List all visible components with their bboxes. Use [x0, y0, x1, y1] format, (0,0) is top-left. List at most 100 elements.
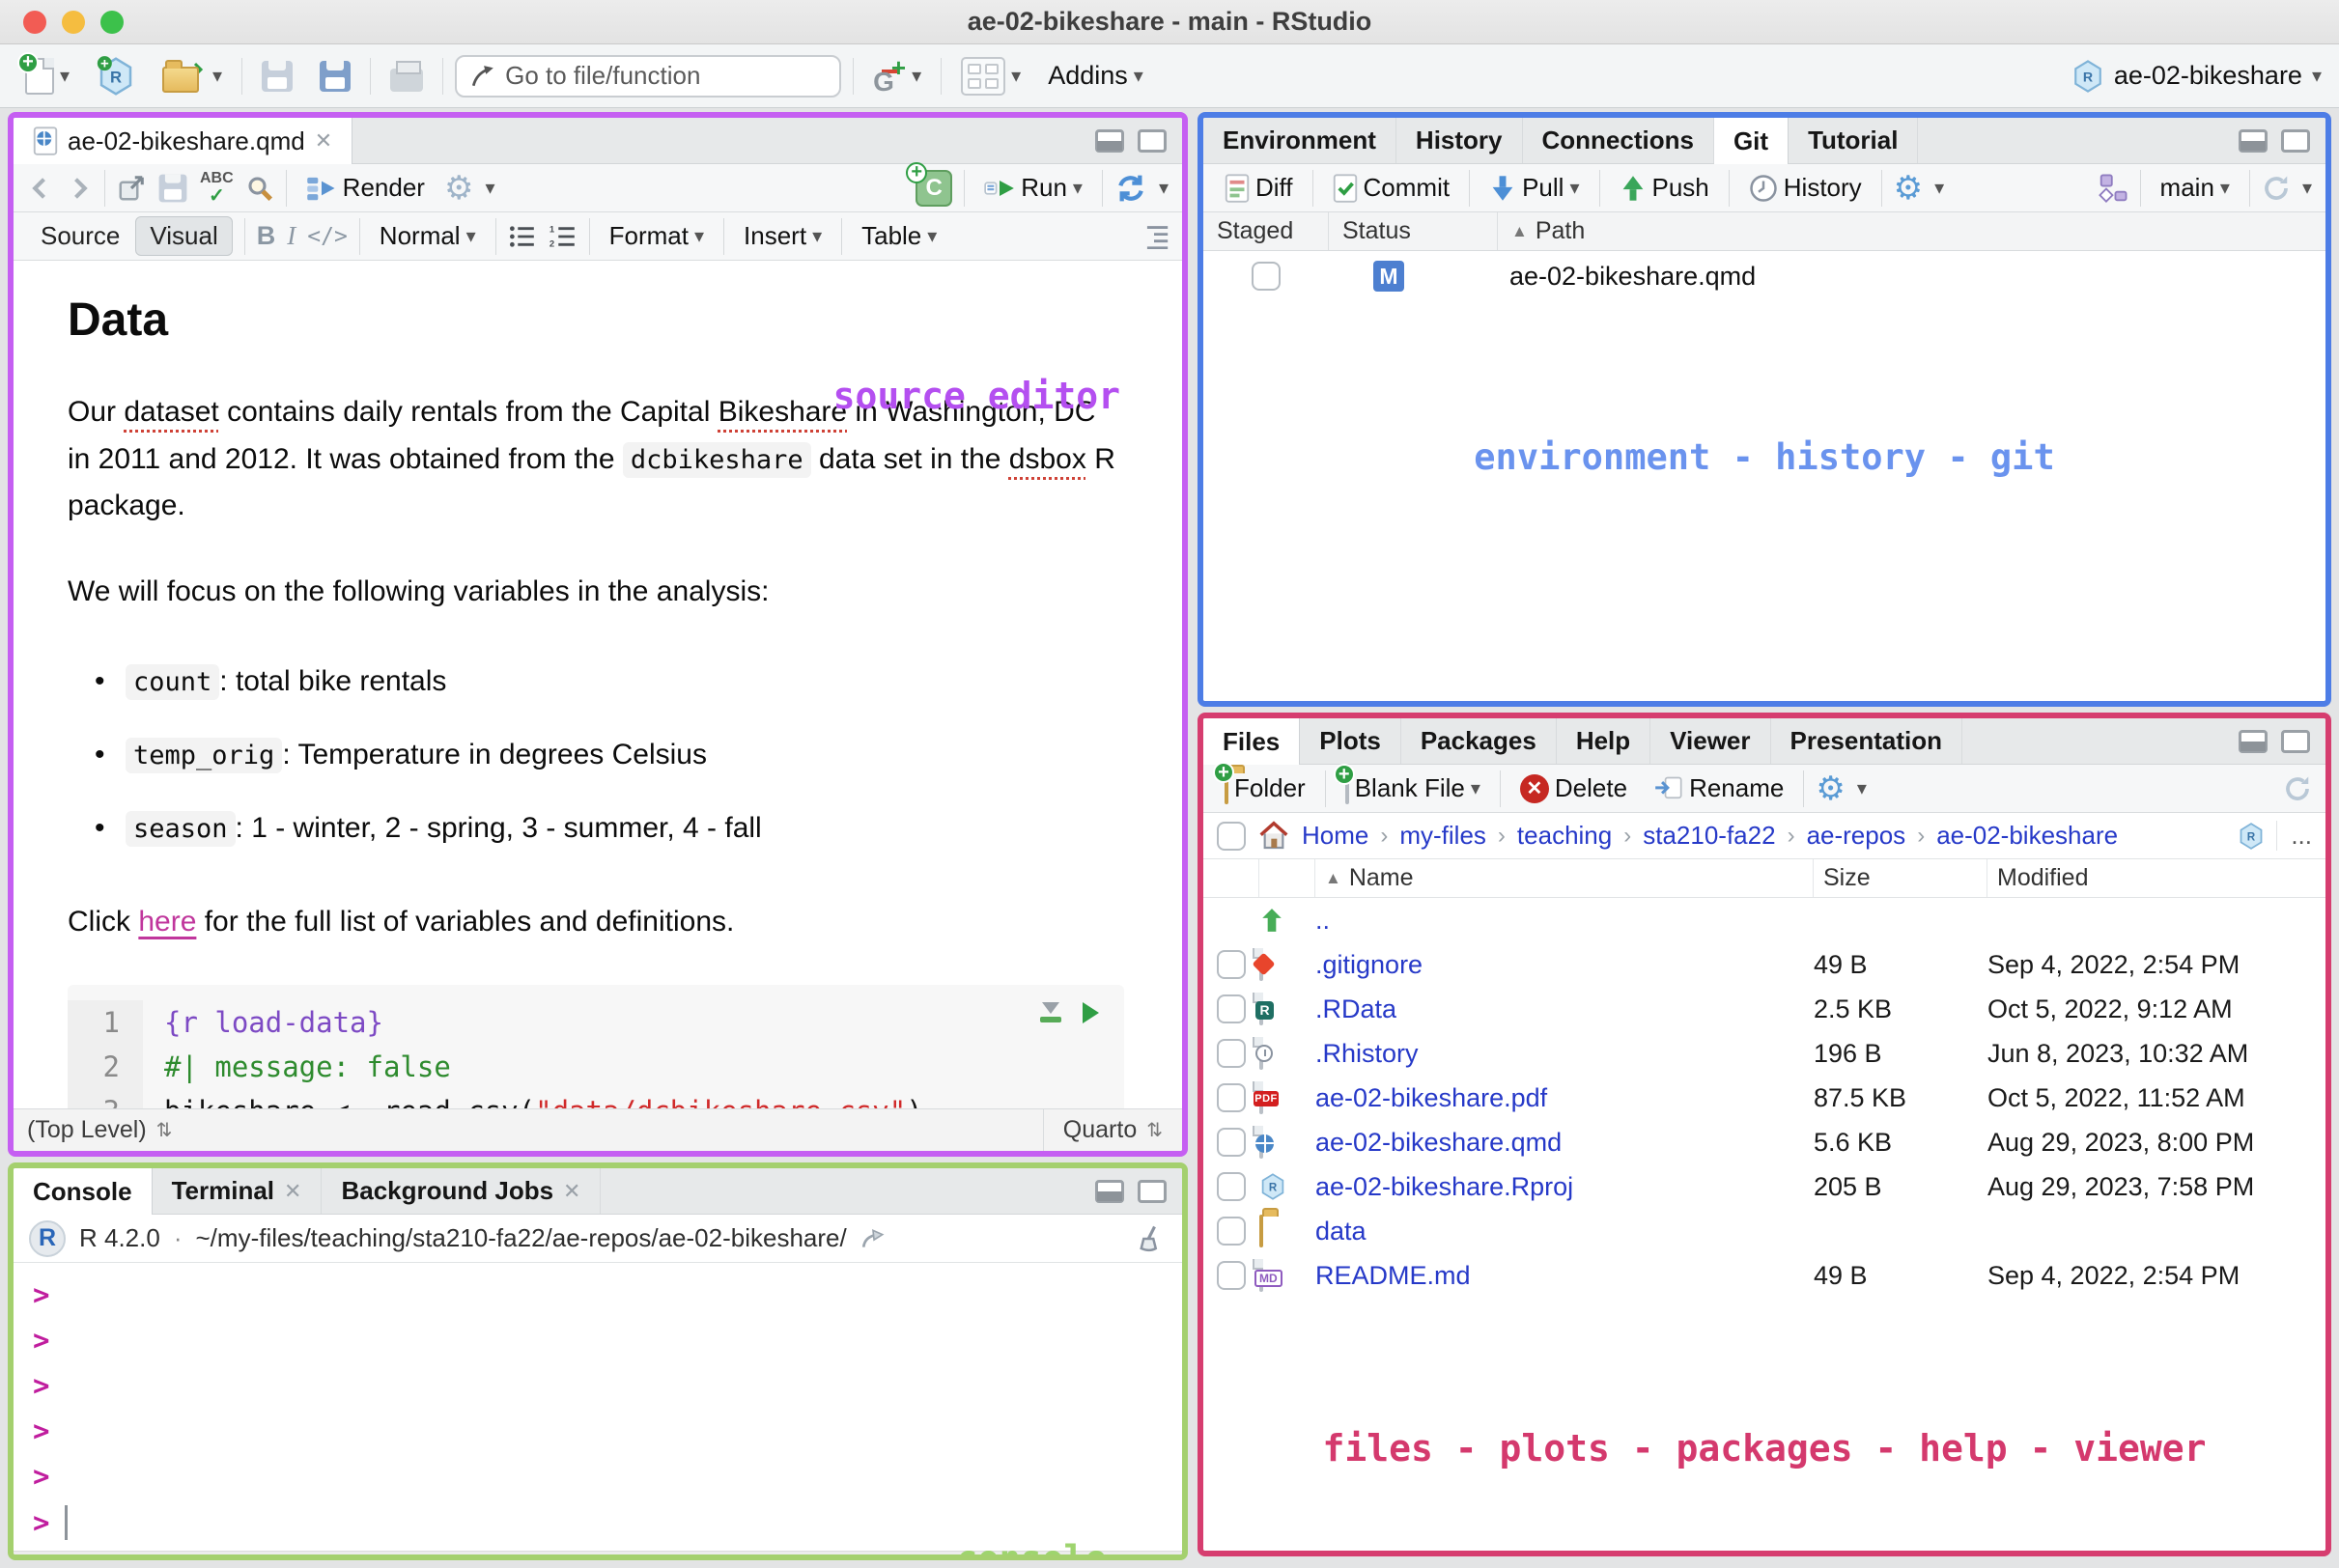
spellcheck-button[interactable]: ABC ✓: [200, 170, 234, 206]
addins-button[interactable]: Addins ▾: [1040, 55, 1151, 97]
file-name-link[interactable]: .gitignore: [1315, 950, 1814, 980]
file-name-link[interactable]: .RData: [1315, 994, 1814, 1024]
history-button[interactable]: History: [1741, 167, 1870, 209]
diff-button[interactable]: Diff: [1217, 167, 1301, 209]
console-output[interactable]: > > > > > > console: [14, 1263, 1182, 1554]
tab-packages[interactable]: Packages: [1401, 718, 1557, 764]
breadcrumb-link[interactable]: teaching: [1517, 821, 1612, 851]
file-row[interactable]: ae-02-bikeshare.qmd 5.6 KB Aug 29, 2023,…: [1203, 1120, 2325, 1164]
close-icon[interactable]: ✕: [563, 1179, 580, 1204]
chevron-down-icon[interactable]: ▾: [485, 176, 494, 200]
file-checkbox[interactable]: [1217, 950, 1246, 979]
refresh-icon[interactable]: [2283, 774, 2312, 803]
gear-icon[interactable]: ⚙: [444, 172, 473, 205]
branch-icon[interactable]: [2098, 173, 2128, 204]
save-icon[interactable]: [158, 174, 187, 202]
column-header-path[interactable]: ▲ Path: [1498, 212, 2325, 250]
run-button[interactable]: Run ▾: [976, 167, 1090, 209]
rerun-icon[interactable]: [1114, 173, 1147, 204]
maximize-pane-button[interactable]: [2281, 128, 2310, 153]
new-project-button[interactable]: R +: [89, 49, 143, 103]
inline-code-button[interactable]: </>: [307, 224, 348, 249]
file-checkbox[interactable]: [1217, 1128, 1246, 1157]
file-row[interactable]: R .RData 2.5 KB Oct 5, 2022, 9:12 AM: [1203, 987, 2325, 1031]
new-blank-file-button[interactable]: + Blank File ▾: [1333, 764, 1488, 809]
tab-plots[interactable]: Plots: [1300, 718, 1401, 764]
column-header-status[interactable]: Status: [1329, 212, 1498, 250]
column-header-modified[interactable]: Modified: [1987, 859, 2325, 897]
tab-presentation[interactable]: Presentation: [1771, 718, 1963, 764]
file-checkbox[interactable]: [1217, 994, 1246, 1023]
go-to-file-search[interactable]: [455, 54, 842, 98]
clear-console-broom-icon[interactable]: [1138, 1224, 1167, 1253]
bullet-list-icon[interactable]: [508, 224, 537, 249]
home-icon[interactable]: [1257, 820, 1290, 852]
gear-icon[interactable]: ⚙: [1816, 772, 1845, 805]
zoom-window-button[interactable]: [100, 11, 124, 34]
visual-editor-content[interactable]: source editor Data Our dataset contains …: [14, 261, 1182, 1108]
file-checkbox[interactable]: [1217, 1083, 1246, 1112]
tab-environment[interactable]: Environment: [1203, 118, 1396, 163]
column-header-name[interactable]: ▲ Name: [1315, 859, 1814, 897]
minimize-pane-button[interactable]: [1095, 1179, 1124, 1203]
pull-button[interactable]: Pull ▾: [1481, 167, 1587, 209]
run-chunk-button[interactable]: [1083, 1001, 1099, 1023]
column-header-size[interactable]: Size: [1814, 859, 1987, 897]
maximize-pane-button[interactable]: [2281, 729, 2310, 753]
print-button[interactable]: [382, 55, 431, 98]
commit-button[interactable]: Commit: [1325, 167, 1458, 209]
file-row[interactable]: data: [1203, 1209, 2325, 1253]
forward-icon[interactable]: [66, 175, 93, 202]
insert-chunk-button[interactable]: + C: [906, 161, 953, 207]
rename-button[interactable]: Rename: [1647, 768, 1791, 809]
chevron-down-icon[interactable]: ▾: [1934, 176, 1944, 200]
new-file-button[interactable]: + ▾: [17, 51, 77, 100]
tab-terminal[interactable]: Terminal ✕: [153, 1168, 323, 1214]
chevron-down-icon[interactable]: ▾: [2302, 176, 2312, 200]
minimize-pane-button[interactable]: [2239, 729, 2268, 753]
delete-button[interactable]: ✕ Delete: [1512, 768, 1635, 809]
file-checkbox[interactable]: [1217, 1217, 1246, 1246]
file-row[interactable]: .gitignore 49 B Sep 4, 2022, 2:54 PM: [1203, 942, 2325, 987]
numbered-list-icon[interactable]: 1 2: [549, 224, 578, 249]
open-file-button[interactable]: ▾: [155, 53, 230, 98]
tab-help[interactable]: Help: [1557, 718, 1651, 764]
breadcrumb-link[interactable]: sta210-fa22: [1643, 821, 1775, 851]
back-icon[interactable]: [27, 175, 54, 202]
file-row[interactable]: .Rhistory 196 B Jun 8, 2023, 10:32 AM: [1203, 1031, 2325, 1076]
tab-connections[interactable]: Connections: [1523, 118, 1714, 163]
here-link[interactable]: here: [138, 906, 196, 938]
italic-button[interactable]: I: [287, 221, 296, 251]
code-chunk[interactable]: 1 {r load-data} 2 #| message: false 3 bi…: [68, 984, 1124, 1108]
source-mode-button[interactable]: Source: [27, 217, 133, 255]
run-all-chunks-above-button[interactable]: [1040, 1002, 1061, 1023]
chevron-down-icon[interactable]: ▾: [1159, 176, 1169, 200]
select-all-checkbox[interactable]: [1217, 821, 1246, 851]
tab-background-jobs[interactable]: Background Jobs ✕: [322, 1168, 602, 1214]
close-icon[interactable]: ✕: [284, 1179, 301, 1204]
minimize-window-button[interactable]: [62, 11, 85, 34]
version-control-button[interactable]: + G ▾: [865, 51, 929, 101]
open-in-new-window-icon[interactable]: [117, 174, 146, 203]
tab-files[interactable]: Files: [1203, 718, 1301, 765]
push-button[interactable]: Push: [1612, 167, 1717, 209]
save-button[interactable]: [254, 55, 300, 98]
block-format-dropdown[interactable]: Normal ▾: [372, 215, 484, 257]
breadcrumb-link[interactable]: Home: [1302, 821, 1368, 851]
insert-menu[interactable]: Insert ▾: [736, 215, 830, 257]
table-menu[interactable]: Table ▾: [854, 215, 944, 257]
file-row-parent-dir[interactable]: ..: [1203, 898, 2325, 942]
maximize-pane-button[interactable]: [1138, 128, 1167, 153]
breadcrumb-link[interactable]: ae-repos: [1807, 821, 1906, 851]
tab-history[interactable]: History: [1396, 118, 1523, 163]
minimize-pane-button[interactable]: [1095, 128, 1124, 153]
file-row[interactable]: R ae-02-bikeshare.Rproj 205 B Aug 29, 20…: [1203, 1164, 2325, 1209]
file-name-link[interactable]: ae-02-bikeshare.pdf: [1315, 1083, 1814, 1113]
close-icon[interactable]: ✕: [315, 128, 332, 154]
gear-icon[interactable]: ⚙: [1894, 172, 1923, 205]
open-directory-arrow-icon[interactable]: [860, 1226, 886, 1251]
find-replace-icon[interactable]: [245, 174, 274, 203]
more-columns-button[interactable]: ...: [2276, 821, 2312, 851]
file-name-link[interactable]: .Rhistory: [1315, 1039, 1814, 1069]
file-row[interactable]: PDF ae-02-bikeshare.pdf 87.5 KB Oct 5, 2…: [1203, 1076, 2325, 1120]
